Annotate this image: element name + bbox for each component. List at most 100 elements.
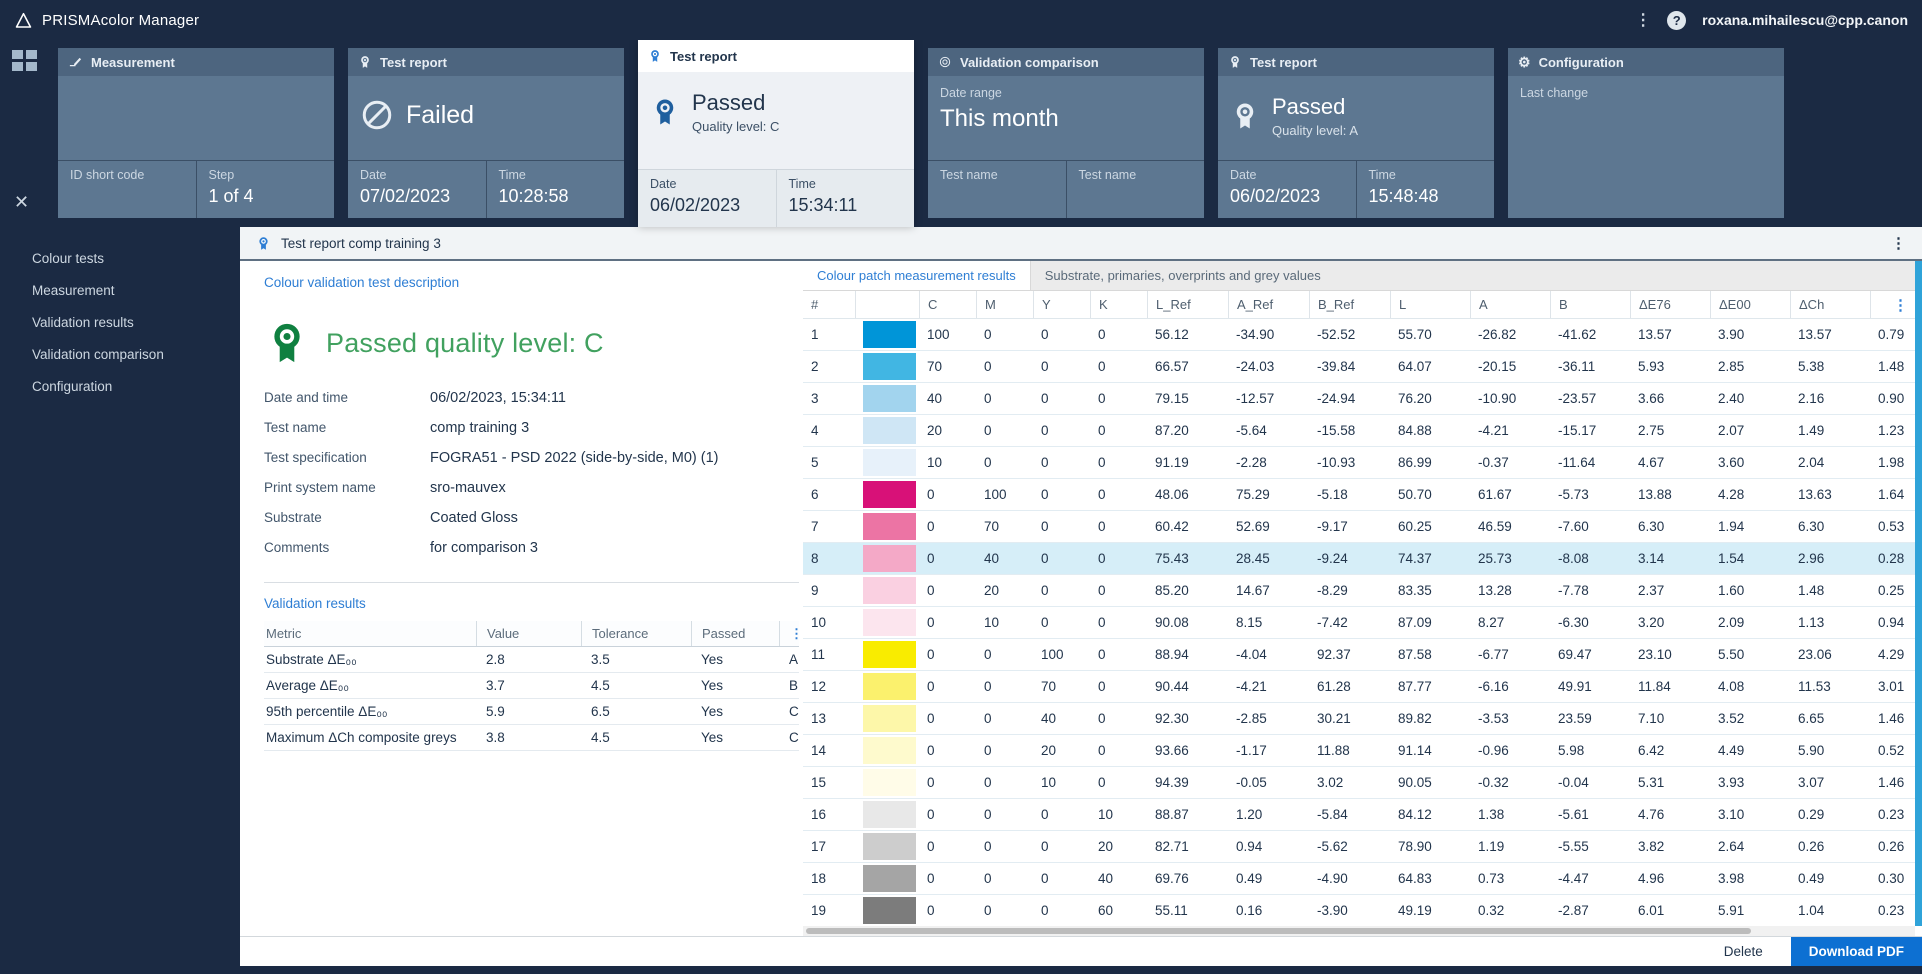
tab-colour-patch-measurement-results[interactable]: Colour patch measurement results xyxy=(803,261,1031,290)
value-cell: -7.42 xyxy=(1309,615,1390,630)
patch-row[interactable]: 1100100088.94-4.0492.3787.58-6.7769.4723… xyxy=(803,639,1922,671)
patch-row[interactable]: 120070090.44-4.2161.2887.77-6.1649.9111.… xyxy=(803,671,1922,703)
value-cell: 83.35 xyxy=(1390,583,1470,598)
failed-icon xyxy=(360,98,394,132)
value-cell: 0 xyxy=(1033,519,1090,534)
value-cell: 87.58 xyxy=(1390,647,1470,662)
metric-cell: Substrate ΔE₀₀ xyxy=(264,652,476,667)
help-icon[interactable]: ? xyxy=(1667,11,1686,30)
sidebar-item-colour-tests[interactable]: Colour tests xyxy=(0,242,240,274)
value-cell: 0 xyxy=(919,615,976,630)
card-validation-comparison[interactable]: Validation comparison Date range This mo… xyxy=(928,48,1204,218)
card-configuration[interactable]: ⚙ Configuration Last change xyxy=(1508,48,1784,218)
value-cell: 52.69 xyxy=(1228,519,1309,534)
footer-label: Date xyxy=(1230,168,1344,182)
swatch-cell xyxy=(855,895,919,926)
validation-row: Average ΔE₀₀3.74.5YesB xyxy=(264,673,799,699)
value-cell: 0 xyxy=(976,839,1033,854)
value-cell: 0 xyxy=(1033,583,1090,598)
sidebar-item-validation-results[interactable]: Validation results xyxy=(0,306,240,338)
value-cell: 23.06 xyxy=(1790,647,1870,662)
card-footer: Date 06/02/2023 Time 15:48:48 xyxy=(1218,160,1494,218)
tab-substrate-primaries-overprints[interactable]: Substrate, primaries, overprints and gre… xyxy=(1031,261,1335,290)
report-menu-icon[interactable]: ⋮ xyxy=(1891,234,1906,252)
card-test-report-failed[interactable]: Test report Failed Date 07/02/2023 Time … xyxy=(348,48,624,218)
patch-row[interactable]: 140020093.66-1.1711.8891.14-0.965.986.42… xyxy=(803,735,1922,767)
footer-label: Date xyxy=(360,168,474,182)
patch-row[interactable]: 34000079.15-12.57-24.9476.20-10.90-23.57… xyxy=(803,383,1922,415)
patch-row[interactable]: 190006055.110.16-3.9049.190.32-2.876.015… xyxy=(803,895,1922,926)
report-panel: Test report comp training 3 ⋮ Colour val… xyxy=(240,227,1922,966)
colour-swatch xyxy=(863,897,916,924)
delete-button[interactable]: Delete xyxy=(1724,944,1763,959)
value-cell: 66.57 xyxy=(1147,359,1228,374)
field-value: 06/02/2023, 15:34:11 xyxy=(430,390,799,406)
value-cell: 0 xyxy=(919,775,976,790)
sidebar-item-configuration[interactable]: Configuration xyxy=(0,370,240,402)
download-pdf-button[interactable]: Download PDF xyxy=(1791,937,1922,967)
patch-row[interactable]: 80400075.4328.45-9.2474.3725.73-8.083.14… xyxy=(803,543,1922,575)
colour-swatch xyxy=(863,513,916,540)
value-cell: 23.59 xyxy=(1550,711,1630,726)
value-cell: 55.70 xyxy=(1390,327,1470,342)
report-ribbon-icon xyxy=(256,236,271,251)
swatch-cell xyxy=(855,863,919,894)
patch-row[interactable]: 130040092.30-2.8530.2189.82-3.5323.597.1… xyxy=(803,703,1922,735)
sidebar-item-validation-comparison[interactable]: Validation comparison xyxy=(0,338,240,370)
patch-row[interactable]: 42000087.20-5.64-15.5884.88-4.21-15.172.… xyxy=(803,415,1922,447)
value-cell: 3.66 xyxy=(1630,391,1710,406)
card-test-report-selected[interactable]: Test report Passed Quality level: C Date… xyxy=(638,40,914,227)
patch-row[interactable]: 51000091.19-2.28-10.9386.99-0.37-11.644.… xyxy=(803,447,1922,479)
topbar-overflow-menu-icon[interactable]: ⋮ xyxy=(1635,10,1651,30)
value-cell: 0 xyxy=(1033,359,1090,374)
value-cell: -0.04 xyxy=(1550,775,1630,790)
patch-row[interactable]: 100100090.088.15-7.4287.098.27-6.303.202… xyxy=(803,607,1922,639)
status-text: Passed xyxy=(1272,94,1345,119)
horizontal-scrollbar[interactable] xyxy=(803,926,1915,936)
card-measurement[interactable]: Measurement ID short code Step 1 of 4 xyxy=(58,48,334,218)
dashboard-grid-icon[interactable] xyxy=(12,50,37,76)
metric-cell: Average ΔE₀₀ xyxy=(264,678,476,693)
card-footer: Date 07/02/2023 Time 10:28:58 xyxy=(348,160,624,218)
close-icon[interactable]: ✕ xyxy=(14,192,29,213)
value-cell: 50.70 xyxy=(1390,487,1470,502)
value-cell: 0.49 xyxy=(1228,871,1309,886)
sidebar-item-measurement[interactable]: Measurement xyxy=(0,274,240,306)
horizontal-scrollbar-thumb[interactable] xyxy=(806,928,1751,934)
row-index: 1 xyxy=(803,327,855,342)
colour-swatch xyxy=(863,353,916,380)
value-cell: 3.7 xyxy=(476,678,581,693)
value-cell: 0 xyxy=(1033,455,1090,470)
swatch-cell xyxy=(855,511,919,542)
user-email[interactable]: roxana.mihailescu@cpp.canon xyxy=(1702,12,1908,28)
footer-value: 1 of 4 xyxy=(209,186,323,207)
value-cell: 86.99 xyxy=(1390,455,1470,470)
swatch-cell xyxy=(855,607,919,638)
value-cell: 1.94 xyxy=(1710,519,1790,534)
column-header-index: # xyxy=(803,291,855,318)
value-cell: 0 xyxy=(976,679,1033,694)
patch-row[interactable]: 601000048.0675.29-5.1850.7061.67-5.7313.… xyxy=(803,479,1922,511)
patch-row[interactable]: 150010094.39-0.053.0290.05-0.32-0.045.31… xyxy=(803,767,1922,799)
row-index: 11 xyxy=(803,647,855,662)
quality-level: Quality level: A xyxy=(1272,123,1358,138)
patch-table-menu-icon[interactable]: ⋮ xyxy=(1893,296,1908,314)
patch-row[interactable]: 70700060.4252.69-9.1760.2546.59-7.606.30… xyxy=(803,511,1922,543)
value-cell: 49.19 xyxy=(1390,903,1470,918)
card-test-report-passed-a[interactable]: Test report Passed Quality level: A Date… xyxy=(1218,48,1494,218)
patch-row[interactable]: 160001088.871.20-5.8484.121.38-5.614.763… xyxy=(803,799,1922,831)
value-cell: 25.73 xyxy=(1470,551,1550,566)
value-cell: -10.93 xyxy=(1309,455,1390,470)
vertical-scrollbar[interactable] xyxy=(1915,261,1922,926)
value-cell: -0.05 xyxy=(1228,775,1309,790)
patch-row[interactable]: 170002082.710.94-5.6278.901.19-5.553.822… xyxy=(803,831,1922,863)
patch-row[interactable]: 180004069.760.49-4.9064.830.73-4.474.963… xyxy=(803,863,1922,895)
patch-row[interactable]: 110000056.12-34.90-52.5255.70-26.82-41.6… xyxy=(803,319,1922,351)
patch-row[interactable]: 90200085.2014.67-8.2983.3513.28-7.782.37… xyxy=(803,575,1922,607)
body-label: Last change xyxy=(1520,86,1772,100)
patch-row[interactable]: 27000066.57-24.03-39.8464.07-20.15-36.11… xyxy=(803,351,1922,383)
value-cell: 3.98 xyxy=(1710,871,1790,886)
value-cell: 60.25 xyxy=(1390,519,1470,534)
passed-cell: Yes xyxy=(691,730,779,745)
value-cell: 70 xyxy=(1033,679,1090,694)
